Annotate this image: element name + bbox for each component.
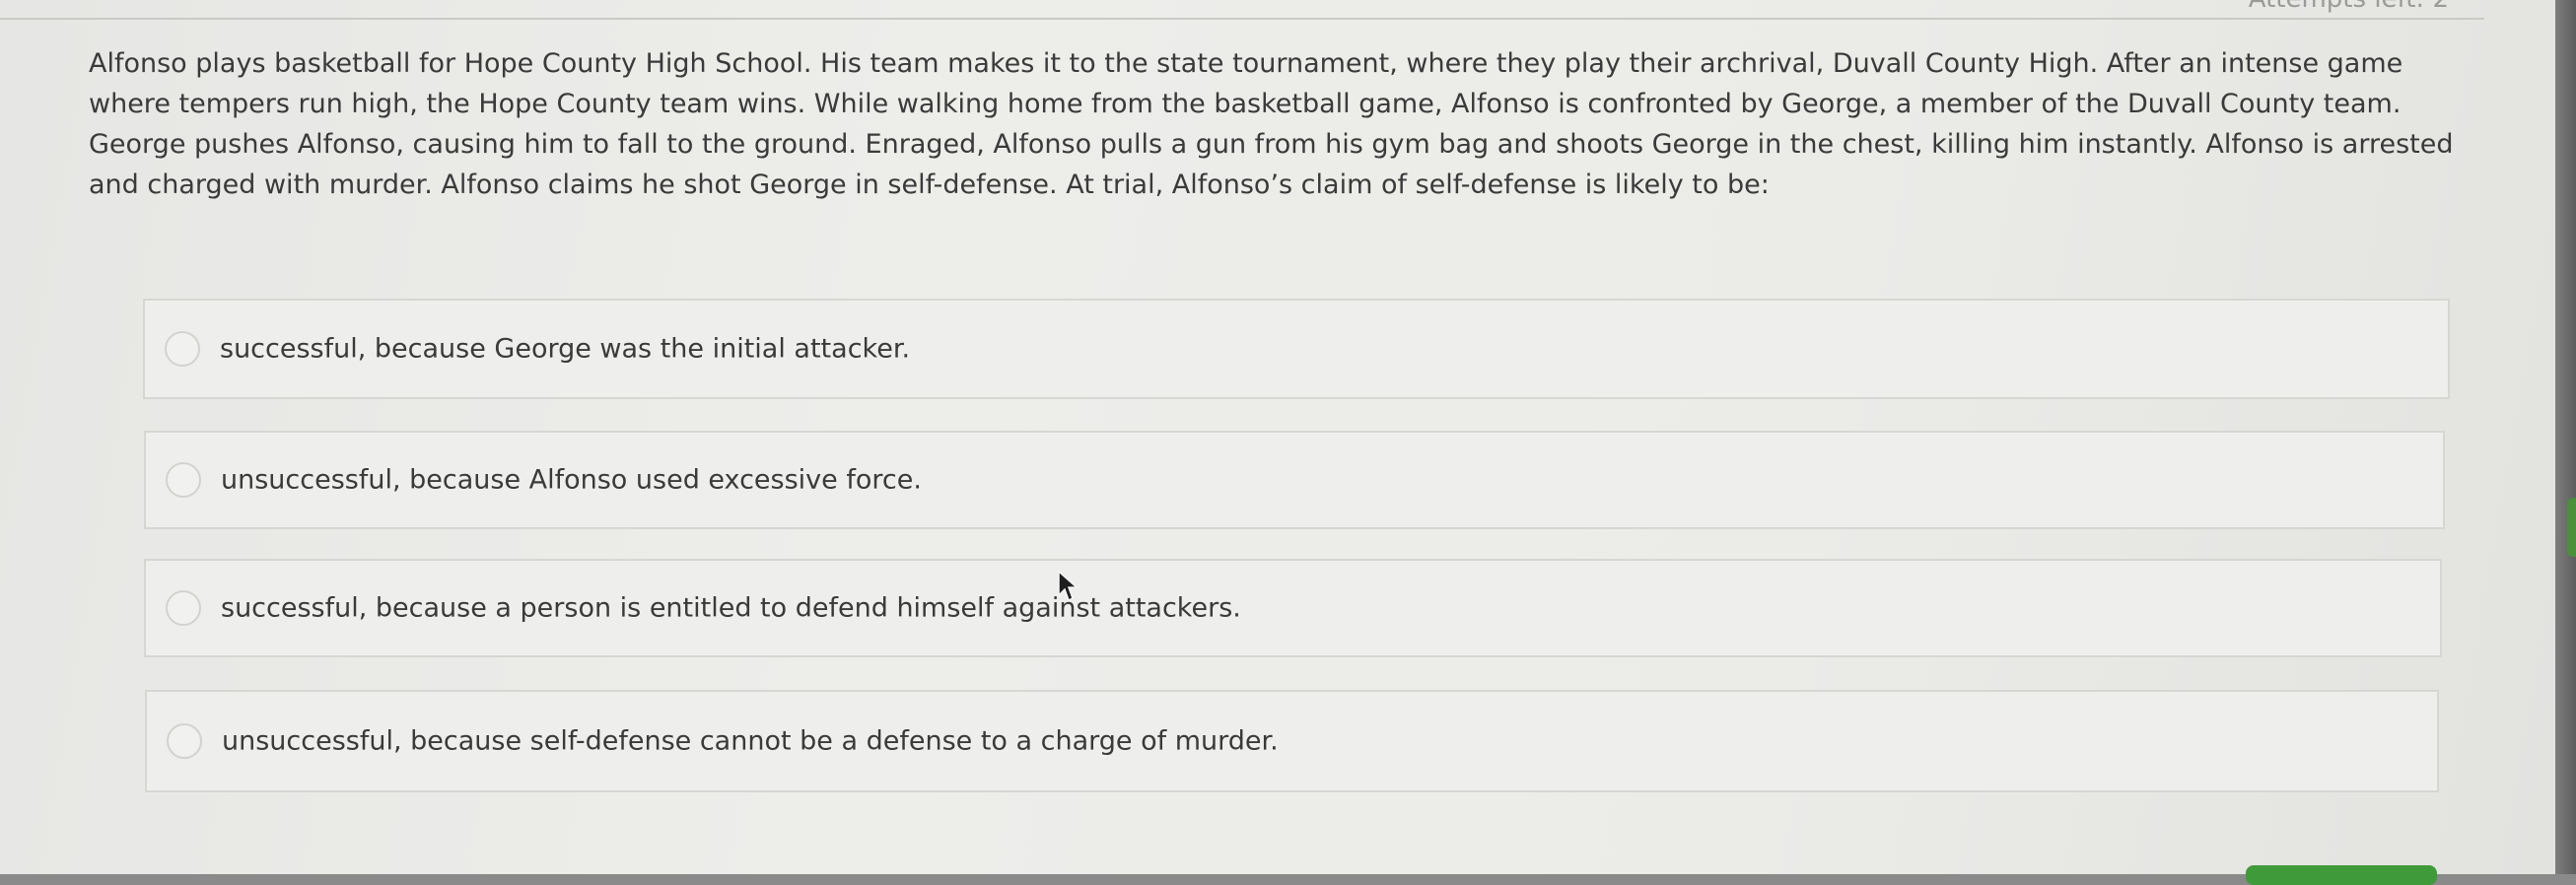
answer-option-4-label: unsuccessful, because self-defense canno… — [222, 725, 1279, 757]
answer-option-4[interactable]: unsuccessful, because self-defense canno… — [145, 690, 2439, 792]
radio-button-2[interactable] — [166, 462, 201, 498]
mouse-pointer-icon — [1058, 570, 1079, 602]
side-tab-indicator — [2567, 498, 2576, 557]
submit-button[interactable] — [2246, 865, 2437, 885]
radio-button-1[interactable] — [165, 331, 200, 367]
header-divider — [0, 18, 2484, 20]
quiz-page: Attempts left: 2 Alfonso plays basketbal… — [0, 0, 2555, 885]
question-text: Alfonso plays basketball for Hope County… — [89, 48, 2454, 200]
screen-bezel-edge — [2555, 0, 2576, 874]
radio-button-3[interactable] — [166, 590, 201, 626]
answer-option-1-label: successful, because George was the initi… — [220, 333, 911, 365]
answer-option-1[interactable]: successful, because George was the initi… — [143, 299, 2450, 399]
answer-option-3-label: successful, because a person is entitled… — [221, 592, 1241, 624]
radio-button-4[interactable] — [167, 723, 202, 759]
answer-option-2-label: unsuccessful, because Alfonso used exces… — [221, 464, 922, 496]
answer-option-2[interactable]: unsuccessful, because Alfonso used exces… — [144, 431, 2445, 529]
answer-option-3[interactable]: successful, because a person is entitled… — [144, 559, 2442, 657]
attempts-left-label: Attempts left: 2 — [2249, 0, 2449, 14]
